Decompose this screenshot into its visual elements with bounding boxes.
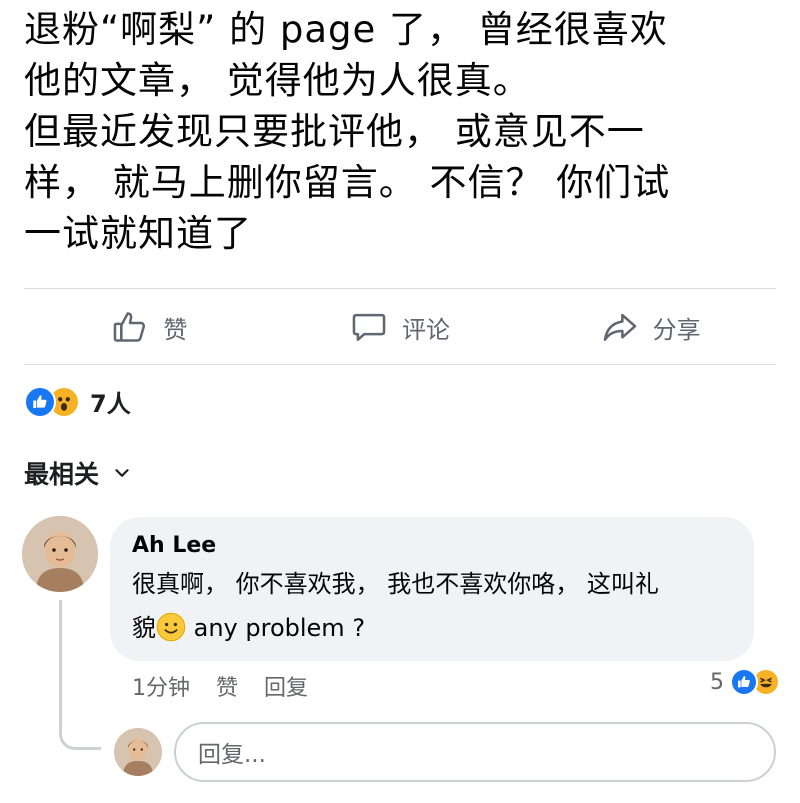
comment-button[interactable]: 评论 — [275, 292, 526, 362]
share-icon — [603, 313, 636, 341]
post-line: 一试就知道了 — [24, 212, 252, 255]
post-action-bar: 赞 评论 分享 — [24, 292, 776, 362]
chevron-down-icon — [115, 469, 129, 477]
comment-reaction-count: 5 — [710, 669, 724, 695]
like-icon — [730, 668, 758, 696]
comment-label: 评论 — [402, 315, 450, 344]
avatar[interactable] — [114, 728, 162, 776]
comment-author[interactable]: Ah Lee — [132, 533, 732, 558]
comment-reply-button[interactable]: 回复 — [264, 670, 308, 702]
avatar[interactable] — [22, 516, 98, 592]
reply-thread-line — [59, 600, 101, 750]
sort-label: 最相关 — [24, 460, 100, 489]
share-button[interactable]: 分享 — [525, 292, 776, 362]
comment-sort-dropdown[interactable]: 最相关 — [24, 455, 133, 491]
post-line: 退粉“啊梨” 的 page 了， 曾经很喜欢 — [24, 8, 668, 51]
like-button[interactable]: 赞 — [24, 292, 275, 362]
reply-input[interactable]: 回复... — [174, 722, 776, 782]
post-line: 但最近发现只要批评他， 或意见不一 — [24, 110, 645, 153]
comment-line-suffix: any problem ? — [186, 614, 366, 642]
comment-line: 貌 any problem ? — [132, 606, 732, 650]
comment-time: 1分钟 — [132, 676, 190, 701]
thumbs-up-icon — [114, 312, 146, 342]
post-line: 他的文章， 觉得他为人很真。 — [24, 59, 531, 102]
comment-icon — [352, 313, 386, 341]
comment-text: 很真啊， 你不喜欢我， 我也不喜欢你咯， 这叫礼 貌 any problem ? — [132, 562, 732, 650]
like-label: 赞 — [163, 315, 188, 344]
share-label: 分享 — [652, 315, 701, 344]
reaction-count: 7人 — [90, 390, 131, 418]
comment-line-prefix: 貌 — [132, 614, 156, 642]
divider — [24, 288, 776, 289]
comment-bubble: Ah Lee 很真啊， 你不喜欢我， 我也不喜欢你咯， 这叫礼 貌 any pr… — [110, 517, 754, 661]
like-icon — [24, 385, 56, 418]
divider — [24, 364, 776, 365]
comment-like-button[interactable]: 赞 — [216, 670, 238, 702]
comment-meta: 1分钟 赞 回复 — [132, 670, 308, 702]
comment-reactions[interactable]: 5 — [710, 668, 780, 696]
post-text: 退粉“啊梨” 的 page 了， 曾经很喜欢 他的文章， 觉得他为人很真。 但最… — [24, 4, 784, 259]
post-line: 样， 就马上删你留言。 不信？ 你们试 — [24, 161, 671, 204]
reaction-summary[interactable]: 7人 — [24, 384, 131, 419]
smile-emoji-icon — [156, 612, 186, 642]
comment-line: 很真啊， 你不喜欢我， 我也不喜欢你咯， 这叫礼 — [132, 570, 659, 598]
